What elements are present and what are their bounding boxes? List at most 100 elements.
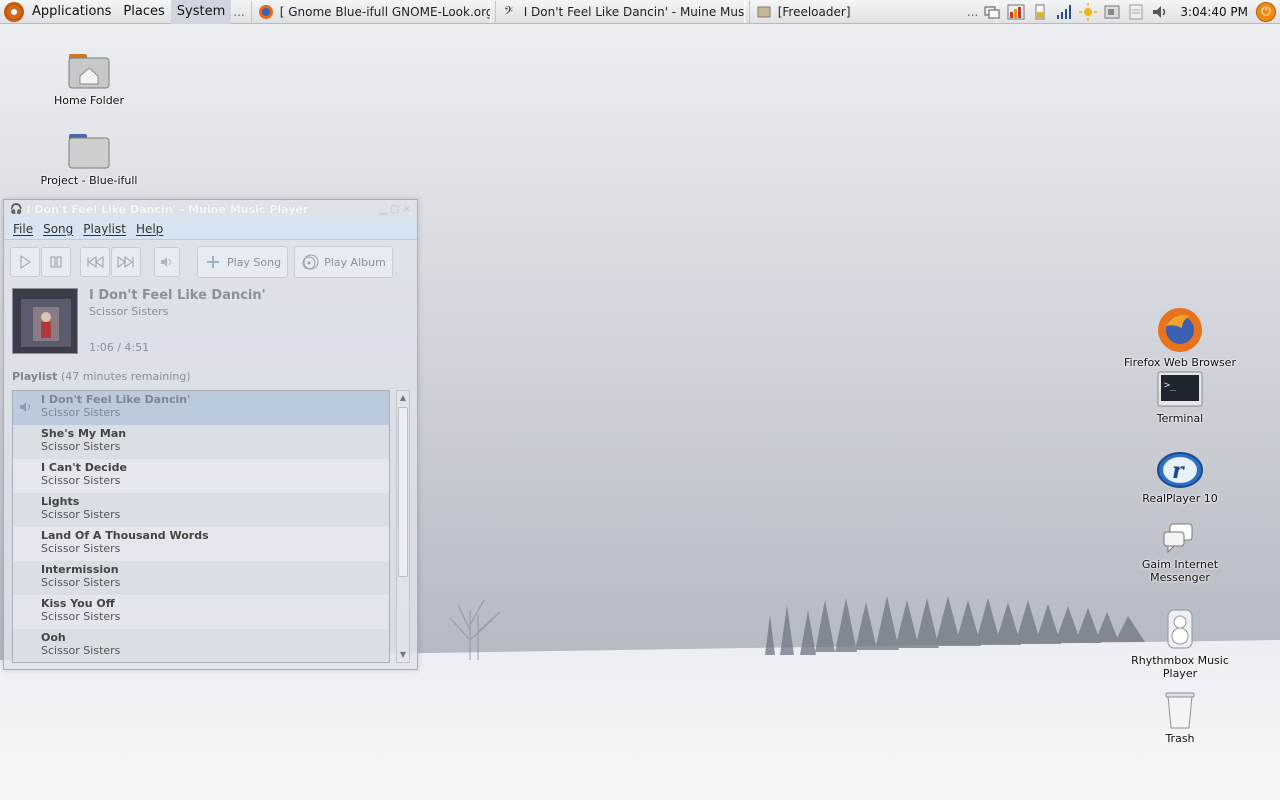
home-folder-icon — [68, 54, 110, 89]
task-freeloader[interactable]: [Freeloader] — [748, 0, 997, 23]
scroll-thumb[interactable] — [398, 407, 408, 577]
window-titlebar[interactable]: 🎧 I Don't Feel Like Dancin' - Muine Musi… — [4, 200, 417, 218]
playlist-label: Playlist — [12, 370, 58, 383]
desktop-icon-home-folder[interactable]: Home Folder — [24, 48, 154, 107]
playlist-row[interactable]: Intermission Scissor Sisters — [13, 561, 389, 595]
task-label: [Freeloader] — [777, 4, 851, 19]
playlist-scrollbar[interactable]: ▲ ▼ — [396, 390, 410, 663]
previous-button[interactable] — [80, 247, 110, 277]
playlist-row[interactable]: Lights Scissor Sisters — [13, 493, 389, 527]
song-artist: Scissor Sisters — [41, 474, 121, 487]
top-panel: Applications Places System ... [ Gnome B… — [0, 0, 1280, 24]
folder-icon — [68, 134, 110, 169]
album-cover[interactable] — [12, 288, 78, 354]
toolbar: Play Song Play Album — [4, 240, 417, 284]
play-song-label: Play Song — [227, 255, 282, 269]
plus-icon — [207, 256, 219, 268]
workspace-switcher-icon[interactable] — [983, 3, 1001, 21]
playlist-row[interactable]: Land Of A Thousand Words Scissor Sisters — [13, 527, 389, 561]
ubuntu-logo-icon[interactable] — [4, 1, 24, 22]
song-title: I Don't Feel Like Dancin' — [41, 393, 191, 406]
clipboard-icon[interactable] — [1127, 3, 1145, 21]
menu-system[interactable]: System — [170, 0, 232, 24]
now-playing-panel: I Don't Feel Like Dancin' Scissor Sister… — [4, 284, 417, 358]
playlist-remaining: (47 minutes remaining) — [60, 370, 191, 383]
svg-text:r: r — [1172, 458, 1185, 484]
playlist-row[interactable]: Ooh Scissor Sisters — [13, 629, 389, 662]
desktop-icon-label: Trash — [1165, 732, 1195, 745]
song-artist: Scissor Sisters — [41, 610, 121, 623]
disk-icon[interactable] — [1103, 3, 1121, 21]
volume-icon[interactable] — [1151, 3, 1169, 21]
battery-icon[interactable] — [1031, 3, 1049, 21]
desktop-icon-firefox[interactable]: Firefox Web Browser — [1115, 306, 1245, 369]
task-muine[interactable]: 𝄢 I Don't Feel Like Dancin' - Muine Mus.… — [494, 0, 745, 23]
desktop-icon-terminal[interactable]: >_ Terminal — [1115, 370, 1245, 425]
realplayer-icon: r — [1157, 452, 1203, 488]
menu-places[interactable]: Places — [117, 0, 170, 24]
volume-icon — [161, 257, 171, 267]
menu-applications[interactable]: Applications — [26, 0, 117, 24]
album-disc-icon — [302, 254, 319, 270]
desktop-icon-label: Rhythmbox Music Player — [1131, 654, 1229, 680]
menu-help[interactable]: Help — [131, 222, 168, 236]
song-title: Lights — [41, 495, 80, 508]
muine-window: 🎧 I Don't Feel Like Dancin' - Muine Musi… — [3, 199, 418, 670]
playlist[interactable]: I Don't Feel Like Dancin' Scissor Sister… — [12, 390, 390, 663]
terminal-icon: >_ — [1157, 371, 1203, 407]
music-player-icon — [1167, 609, 1193, 649]
task-label: [ Gnome Blue-ifull GNOME-Look.org ... — [279, 4, 491, 19]
skip-back-icon — [87, 256, 104, 268]
desktop-icon-label: RealPlayer 10 — [1142, 492, 1218, 505]
task-firefox[interactable]: [ Gnome Blue-ifull GNOME-Look.org ... — [250, 0, 491, 23]
pause-button[interactable] — [41, 247, 71, 277]
song-title: Intermission — [41, 563, 119, 576]
svg-text:𝄢: 𝄢 — [504, 5, 513, 20]
minimize-icon[interactable]: ▁ — [379, 204, 387, 215]
now-playing-artist: Scissor Sisters — [89, 305, 169, 318]
play-button[interactable] — [10, 247, 40, 277]
firefox-icon — [1158, 308, 1202, 352]
volume-button[interactable] — [154, 247, 180, 277]
desktop-icon-label: Project - Blue-ifull — [40, 174, 138, 187]
svg-text:>_: >_ — [1164, 380, 1177, 391]
desktop-icon-label: Terminal — [1156, 412, 1204, 425]
desktop-icon-gaim[interactable]: Gaim Internet Messenger — [1115, 520, 1245, 584]
desktop-icon-rhythmbox[interactable]: Rhythmbox Music Player — [1115, 608, 1245, 680]
song-title: Land Of A Thousand Words — [41, 529, 209, 542]
scroll-down-arrow-icon[interactable]: ▼ — [397, 648, 409, 662]
song-title: She's My Man — [41, 427, 127, 440]
desktop-icon-realplayer[interactable]: r RealPlayer 10 — [1115, 450, 1245, 505]
desktop-icon-trash[interactable]: Trash — [1115, 690, 1245, 745]
firefox-icon — [258, 4, 273, 19]
clock[interactable]: 3:04:40 PM — [1172, 5, 1256, 19]
scroll-up-arrow-icon[interactable]: ▲ — [397, 391, 409, 405]
maximize-icon[interactable]: ▢ — [390, 204, 399, 215]
play-song-button[interactable]: Play Song — [197, 246, 289, 278]
playlist-row[interactable]: I Can't Decide Scissor Sisters — [13, 459, 389, 493]
play-album-button[interactable]: Play Album — [294, 246, 393, 278]
play-album-label: Play Album — [324, 255, 386, 269]
power-icon[interactable]: ⏻ — [1256, 2, 1276, 22]
song-title: Ooh — [41, 631, 66, 644]
now-playing-speaker-icon — [20, 402, 30, 412]
system-tray: ... 3:04:40 PM ⏻ — [965, 0, 1280, 24]
menu-playlist[interactable]: Playlist — [78, 222, 131, 236]
playlist-row[interactable]: I Don't Feel Like Dancin' Scissor Sister… — [13, 391, 389, 425]
desktop-icon-project-folder[interactable]: Project - Blue-ifull — [24, 128, 154, 187]
trash-icon — [1165, 692, 1195, 729]
playlist-row[interactable]: Kiss You Off Scissor Sisters — [13, 595, 389, 629]
now-playing-time: 1:06 / 4:51 — [89, 341, 150, 354]
menu-file[interactable]: File — [8, 222, 38, 236]
playlist-row[interactable]: She's My Man Scissor Sisters — [13, 425, 389, 459]
menubar: File Song Playlist Help — [4, 218, 417, 240]
tray-overflow-handle[interactable]: ... — [965, 5, 980, 19]
next-button[interactable] — [111, 247, 141, 277]
weather-sun-icon[interactable] — [1079, 3, 1098, 21]
network-signal-icon[interactable] — [1055, 3, 1073, 21]
close-icon[interactable]: ✕ — [403, 204, 411, 215]
system-monitor-icon[interactable] — [1007, 3, 1025, 21]
menu-song[interactable]: Song — [38, 222, 78, 236]
panel-overflow-handle[interactable]: ... — [231, 5, 246, 19]
task-label: I Don't Feel Like Dancin' - Muine Mus... — [523, 4, 745, 19]
